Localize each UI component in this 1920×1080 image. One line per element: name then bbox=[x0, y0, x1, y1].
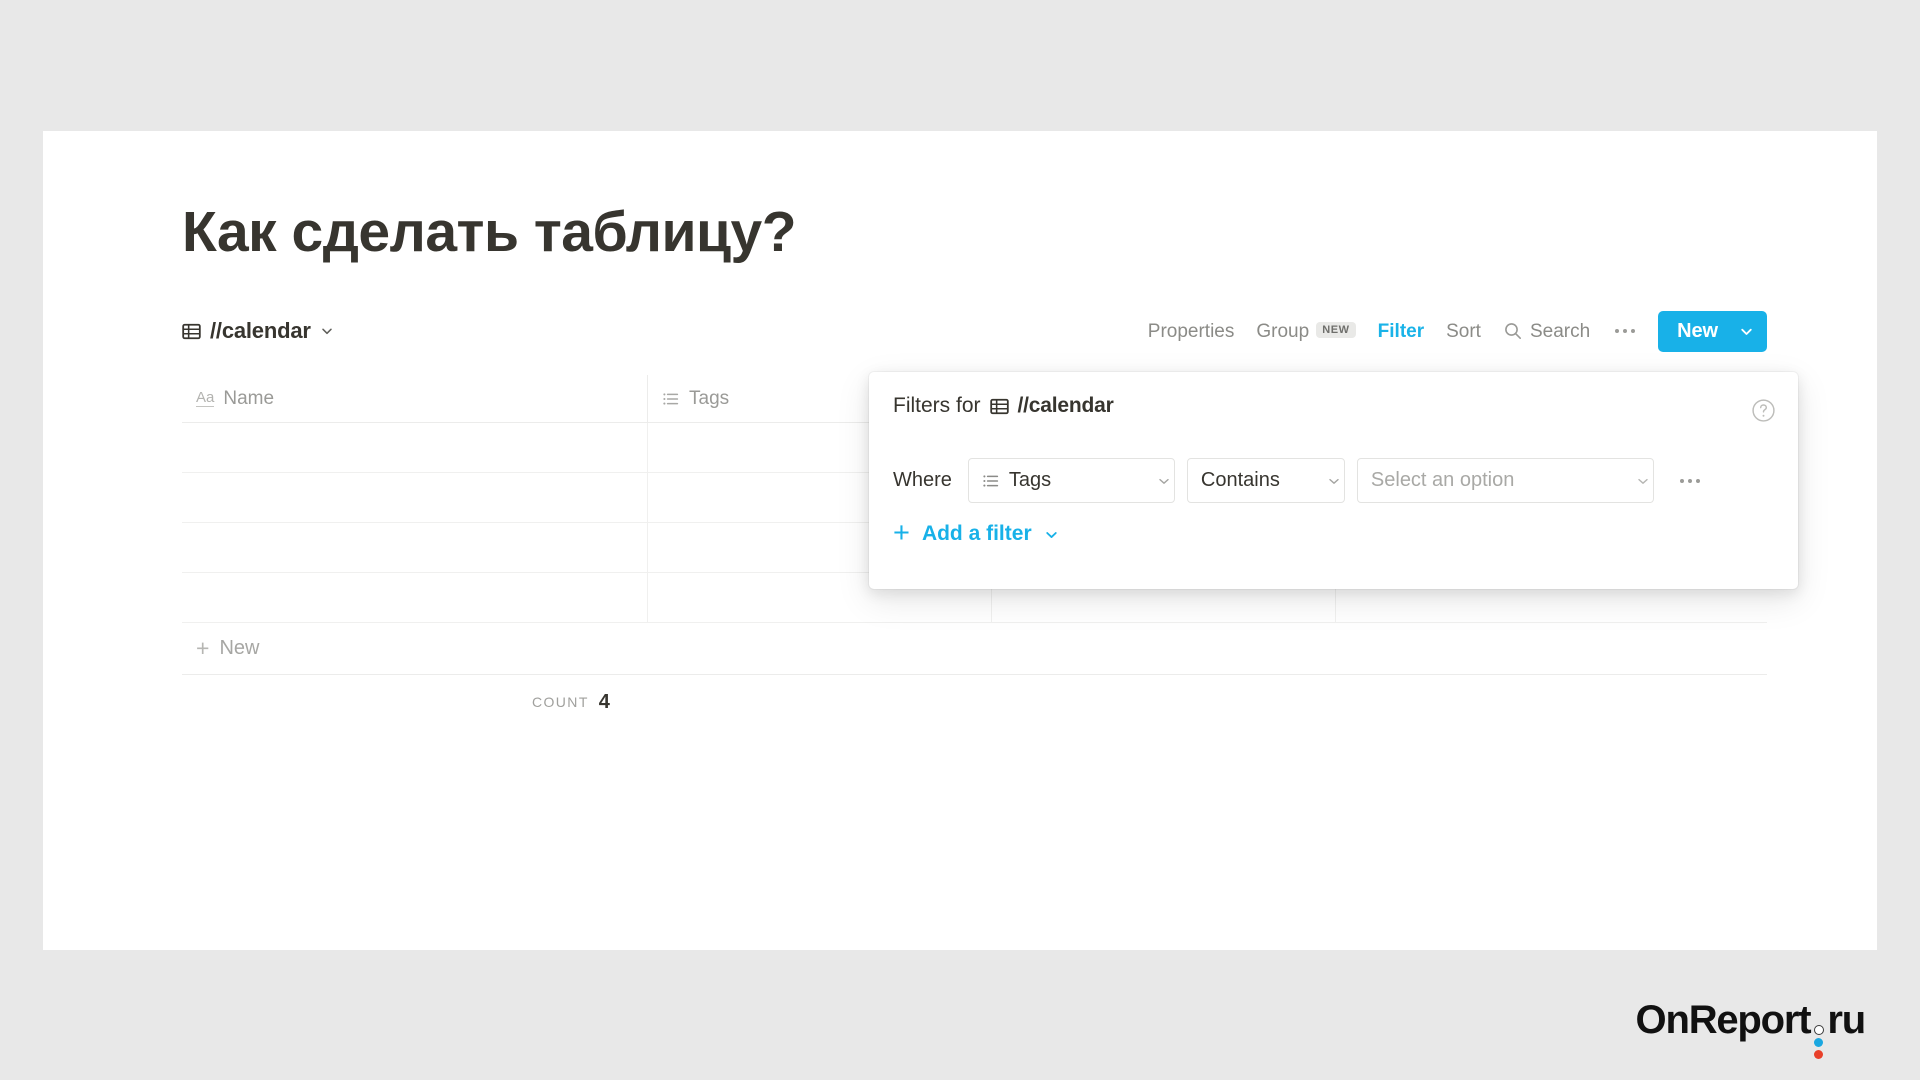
watermark-text-secondary: ru bbox=[1827, 998, 1866, 1042]
page-title: Как сделать таблицу? bbox=[182, 200, 797, 264]
column-label: Tags bbox=[689, 387, 730, 409]
filter-rule-more-button[interactable] bbox=[1678, 478, 1702, 483]
filter-popup: Filters for //calendar Where Tags Contai… bbox=[869, 372, 1798, 589]
ellipsis-icon bbox=[1631, 329, 1636, 333]
chevron-down-icon bbox=[1628, 474, 1648, 488]
add-new-row-button[interactable]: + New bbox=[182, 623, 1767, 675]
question-circle-icon[interactable] bbox=[1751, 398, 1776, 423]
group-label: Group bbox=[1256, 320, 1310, 342]
filter-popup-heading: Filters for //calendar bbox=[893, 394, 1114, 418]
new-button-label: New bbox=[1677, 319, 1718, 342]
text-aa-icon: Aa bbox=[196, 388, 215, 408]
properties-label: Properties bbox=[1147, 320, 1235, 342]
table-icon bbox=[182, 322, 201, 341]
ellipsis-icon bbox=[1623, 329, 1628, 333]
column-label: Name bbox=[223, 387, 275, 409]
ellipsis-icon bbox=[1679, 478, 1684, 483]
add-new-row-label: New bbox=[219, 637, 260, 659]
search-button[interactable]: Search bbox=[1492, 321, 1601, 341]
filter-property-select[interactable]: Tags bbox=[967, 458, 1175, 503]
logo-dot-open bbox=[1813, 1025, 1824, 1035]
chevron-down-icon bbox=[1319, 474, 1339, 488]
logo-dot-blue bbox=[1814, 1038, 1824, 1047]
group-new-badge: NEW bbox=[1316, 322, 1356, 338]
search-icon bbox=[1503, 321, 1523, 341]
count-label: COUNT bbox=[532, 694, 589, 710]
database-toolbar: //calendar Properties Group NEW Filter S… bbox=[182, 310, 1767, 357]
properties-button[interactable]: Properties bbox=[1137, 322, 1246, 341]
new-record-button[interactable]: New bbox=[1658, 310, 1767, 352]
count-value: 4 bbox=[598, 690, 610, 713]
group-button[interactable]: Group NEW bbox=[1245, 322, 1366, 341]
table-cell-name[interactable] bbox=[182, 423, 648, 472]
watermark-logo: OnReport ru bbox=[1635, 998, 1866, 1059]
table-cell-name[interactable] bbox=[182, 573, 648, 622]
ellipsis-icon bbox=[1615, 329, 1620, 333]
where-label: Where bbox=[893, 469, 952, 491]
logo-dot-red bbox=[1814, 1050, 1824, 1059]
logo-colon-icon bbox=[1810, 1021, 1827, 1059]
sort-label: Sort bbox=[1446, 320, 1481, 342]
chevron-down-icon bbox=[1149, 474, 1169, 488]
filter-popup-database-name: //calendar bbox=[1017, 394, 1114, 417]
table-cell-name[interactable] bbox=[182, 523, 648, 572]
filter-rule-row: Where Tags Contains Select an option bbox=[893, 458, 1702, 503]
filter-value-select[interactable]: Select an option bbox=[1356, 458, 1654, 503]
add-filter-button[interactable]: + Add a filter bbox=[893, 516, 1058, 549]
add-filter-label: Add a filter bbox=[921, 522, 1032, 545]
multiselect-list-icon bbox=[982, 472, 1000, 490]
table-icon bbox=[989, 397, 1009, 416]
view-controls: Properties Group NEW Filter Sort Search … bbox=[1137, 310, 1767, 352]
chevron-down-icon bbox=[1044, 527, 1058, 541]
filters-for-label: Filters for bbox=[893, 394, 981, 417]
database-title[interactable]: //calendar bbox=[182, 313, 334, 349]
filter-property-value: Tags bbox=[1008, 469, 1052, 491]
filter-value-placeholder: Select an option bbox=[1370, 469, 1515, 491]
table-column-header-name[interactable]: Aa Name bbox=[182, 375, 648, 422]
filter-operator-value: Contains bbox=[1200, 469, 1280, 491]
filter-operator-select[interactable]: Contains bbox=[1186, 458, 1345, 503]
filter-button[interactable]: Filter bbox=[1367, 322, 1435, 341]
watermark-text-primary: OnReport bbox=[1635, 998, 1812, 1042]
ellipsis-icon bbox=[1687, 478, 1692, 483]
more-options-button[interactable] bbox=[1601, 329, 1649, 333]
ellipsis-icon bbox=[1695, 478, 1700, 483]
search-label: Search bbox=[1529, 320, 1591, 342]
plus-icon: + bbox=[196, 635, 210, 661]
table-cell-name[interactable] bbox=[182, 473, 648, 522]
chevron-down-icon[interactable] bbox=[1739, 324, 1753, 338]
multiselect-list-icon bbox=[662, 390, 680, 408]
database-name-label: //calendar bbox=[210, 318, 311, 343]
filter-label: Filter bbox=[1377, 320, 1425, 342]
sort-button[interactable]: Sort bbox=[1435, 322, 1492, 341]
chevron-down-icon bbox=[320, 324, 334, 338]
screenshot-root: Как сделать таблицу? //calendar Properti… bbox=[0, 0, 1920, 1080]
table-count-footer[interactable]: COUNT 4 bbox=[182, 675, 1767, 729]
plus-icon: + bbox=[893, 516, 910, 549]
